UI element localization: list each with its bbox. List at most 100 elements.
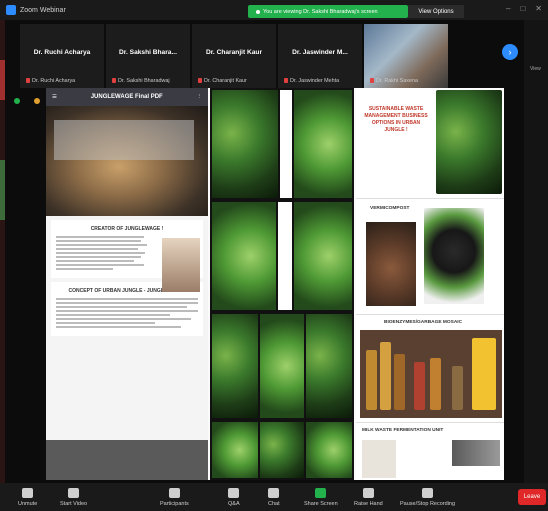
plant-photo	[212, 202, 276, 310]
minimize-icon[interactable]: –	[506, 4, 510, 13]
muted-mic-icon	[26, 78, 30, 84]
recording-button[interactable]: Pause/Stop Recording	[400, 483, 455, 511]
jar	[430, 358, 441, 410]
slide-red-title: SUSTAINABLE WASTE MANAGEMENT BUSINESS OP…	[364, 106, 428, 133]
milk-photo	[362, 440, 396, 478]
muted-mic-icon	[198, 78, 202, 84]
share-screen-icon	[315, 487, 327, 498]
pdf-toolbar: ☰ JUNGLEWAGE Final PDF ⋮	[46, 88, 208, 106]
leave-button[interactable]: Leave	[518, 489, 546, 505]
share-screen-button[interactable]: Share Screen	[304, 483, 338, 511]
participant-tile[interactable]: Dr. Ruchi Acharya Dr. Ruchi Acharya	[20, 24, 104, 88]
participant-subname: Dr. Jaswinder Mehta	[284, 78, 339, 84]
chat-label: Chat	[268, 500, 280, 507]
menu-icon[interactable]: ☰	[52, 94, 57, 100]
jar	[414, 362, 425, 410]
bioenzyme-jars-photo	[360, 330, 502, 418]
left-strip-red	[0, 60, 5, 100]
participant-tile[interactable]: Dr. Charanjit Kaur Dr. Charanjit Kaur	[192, 24, 276, 88]
photo-caption-box	[54, 120, 194, 160]
participants-label: Participants	[160, 500, 189, 507]
plant-photo-column	[210, 88, 354, 480]
participants-icon	[168, 487, 180, 498]
text-line	[56, 248, 139, 250]
status-green-icon	[14, 98, 20, 104]
participants-button[interactable]: Participants	[160, 483, 189, 511]
raise-hand-button[interactable]: Raise Hand	[354, 483, 383, 511]
jar	[380, 342, 391, 410]
share-screen-label: Share Screen	[304, 500, 338, 507]
plant-photo	[306, 314, 352, 418]
jar	[366, 350, 377, 410]
creator-photo	[162, 238, 200, 292]
muted-mic-icon	[370, 78, 374, 84]
qa-icon	[228, 487, 240, 498]
left-strip-green	[0, 160, 5, 220]
pdf-footer	[46, 440, 208, 480]
plant-photo	[212, 314, 258, 418]
participant-subname: Dr. Ruchi Acharya	[26, 78, 75, 84]
status-orange-icon	[34, 98, 40, 104]
close-icon[interactable]: ✕	[535, 4, 542, 13]
divider	[356, 422, 504, 423]
participant-tile[interactable]: Dr. Sakshi Bhara... Dr. Sakshi Bharadwaj	[106, 24, 190, 88]
recording-label: Pause/Stop Recording	[400, 500, 456, 507]
text-line	[56, 298, 198, 300]
text-line	[56, 306, 187, 308]
text-line	[56, 326, 181, 328]
window-controls: – □ ✕	[506, 4, 542, 13]
participant-subname: Dr. Charanjit Kaur	[198, 78, 247, 84]
plant-photo	[212, 422, 258, 478]
screen-share-banner: You are viewing Dr. Sakshi Bharadwaj's s…	[248, 5, 408, 18]
participant-name: Dr. Charanjit Kaur	[205, 49, 263, 56]
participant-tile[interactable]: Dr. Jaswinder M... Dr. Jaswinder Mehta	[278, 24, 362, 88]
more-icon[interactable]: ⋮	[196, 94, 202, 100]
participant-subname-text: Dr. Charanjit Kaur	[204, 78, 247, 84]
share-indicator-icon	[256, 9, 260, 14]
caption-card	[278, 202, 292, 310]
bioenzymes-heading: BIOENZYMES/GARBAGE MOSAIC	[384, 320, 463, 325]
participant-name: Dr. Sakshi Bhara...	[119, 49, 177, 56]
left-video-strip	[0, 20, 5, 483]
divider	[356, 198, 504, 199]
text-line	[56, 256, 142, 258]
recording-icon	[422, 487, 434, 498]
maximize-icon[interactable]: □	[520, 4, 525, 13]
text-line	[56, 318, 191, 320]
participant-name: Dr. Ruchi Acharya	[33, 49, 91, 56]
view-options-button[interactable]: View Options	[408, 5, 464, 18]
right-strip-label[interactable]: View	[530, 66, 541, 72]
unmute-button[interactable]: Unmute	[18, 483, 37, 511]
pdf-title: JUNGLEWAGE Final PDF	[90, 94, 163, 100]
participant-subname: Dr. Sakshi Bharadwaj	[112, 78, 170, 84]
shared-screen: ☰ JUNGLEWAGE Final PDF ⋮ CREATOR OF JUNG…	[46, 88, 504, 480]
caption-card	[280, 90, 292, 198]
start-video-label: Start Video	[60, 500, 88, 507]
text-line	[56, 252, 146, 254]
banner-text: You are viewing Dr. Sakshi Bharadwaj's s…	[263, 8, 378, 15]
vermicompost-photo	[366, 222, 416, 306]
plant-photo	[260, 422, 304, 478]
participant-subname-text: Dr. Rakhi Saxena	[376, 78, 418, 84]
raise-hand-icon	[362, 487, 374, 498]
participant-thumbnails: Dr. Ruchi Acharya Dr. Ruchi Acharya Dr. …	[20, 24, 520, 88]
milk-unit-photo	[452, 440, 500, 466]
qa-button[interactable]: Q&A	[228, 483, 240, 511]
microphone-icon	[22, 487, 34, 498]
participant-video-tile[interactable]: Dr. Rakhi Saxena	[364, 24, 448, 88]
next-page-button[interactable]: ›	[502, 44, 518, 60]
plant-photo	[306, 422, 352, 478]
chat-button[interactable]: Chat	[268, 483, 280, 511]
compost-pot-photo	[424, 208, 484, 304]
right-panel-strip: View	[524, 20, 548, 483]
text-line	[56, 264, 145, 266]
start-video-button[interactable]: Start Video	[60, 483, 87, 511]
muted-mic-icon	[284, 78, 288, 84]
plant-photo	[294, 90, 352, 198]
meeting-toolbar: Unmute Start Video Participants Q&A Chat…	[0, 483, 548, 511]
jar	[472, 338, 496, 410]
text-line	[56, 268, 113, 270]
raise-hand-label: Raise Hand	[354, 500, 383, 507]
video-icon	[68, 487, 80, 498]
chat-icon	[268, 487, 280, 498]
